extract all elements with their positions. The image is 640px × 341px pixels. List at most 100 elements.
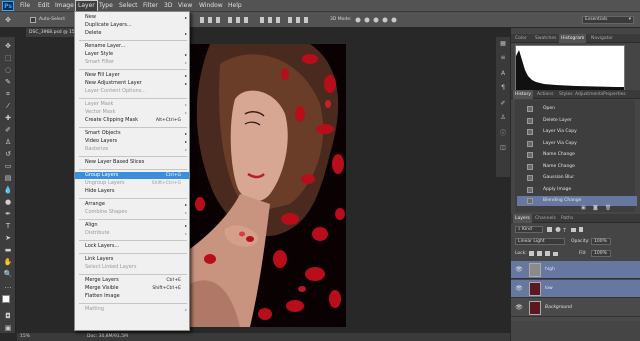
brush-tool-icon[interactable]: ✐ — [3, 125, 13, 135]
layer-menu-item-new-fill-layer[interactable]: New Fill Layer ▸ — [75, 72, 189, 79]
menu-file[interactable]: File — [20, 0, 30, 12]
tab-color[interactable]: Color — [513, 34, 529, 43]
quick-select-tool-icon[interactable]: ✎ — [3, 77, 13, 87]
visibility-eye-icon[interactable]: 👁 — [515, 266, 523, 274]
layer-menu-item-distribute[interactable]: Distribute ▸ — [75, 230, 189, 237]
camera-icon[interactable]: ◙ — [593, 205, 598, 211]
properties-panel-icon[interactable]: ≡ — [498, 53, 508, 63]
tab-actions[interactable]: Actions — [535, 90, 555, 99]
healing-brush-tool-icon[interactable]: ✚ — [3, 113, 13, 123]
trash-icon[interactable]: 🗑 — [605, 205, 611, 211]
blend-mode-dropdown[interactable]: Linear Light — [515, 238, 565, 245]
layer-menu-item-hide-layers[interactable]: Hide Layers — [75, 188, 189, 195]
history-brush-tool-icon[interactable]: ↺ — [3, 149, 13, 159]
marquee-tool-icon[interactable]: ⬚ — [3, 53, 13, 63]
lasso-tool-icon[interactable]: ◌ — [3, 65, 13, 75]
character-panel-icon[interactable]: A — [498, 69, 508, 79]
history-state[interactable]: Gaussian Blur — [517, 173, 637, 183]
clone-stamp-tool-icon[interactable]: ♙ — [3, 137, 13, 147]
tab-channels[interactable]: Channels — [533, 214, 558, 223]
eyedropper-tool-icon[interactable]: ⁄ — [3, 101, 13, 111]
auto-select-checkbox[interactable] — [30, 17, 36, 23]
lock-icons[interactable] — [529, 251, 569, 257]
layer-menu-item-layer-style[interactable]: Layer Style ▸ — [75, 51, 189, 58]
visibility-eye-icon[interactable]: 👁 — [515, 285, 523, 293]
document-size-info[interactable]: Doc: 30,8M/91,5M — [87, 333, 128, 341]
tab-properties[interactable]: Properties — [601, 90, 628, 99]
history-state[interactable]: Apply Image — [517, 185, 637, 195]
layer-menu-item-video-layers[interactable]: Video Layers ▸ — [75, 138, 189, 145]
menu-window[interactable]: Window — [199, 0, 223, 12]
new-document-from-state-icon[interactable]: ▣ — [581, 205, 586, 211]
history-state[interactable]: Name Change — [517, 162, 637, 172]
layer-menu-item-merge-visible[interactable]: Merge Visible Shift+Ctrl+E — [75, 285, 189, 292]
menu-help[interactable]: Help — [228, 0, 242, 12]
layer-filter-icons[interactable]: T — [547, 227, 607, 234]
layer-menu-item-smart-filter[interactable]: Smart Filter ▸ — [75, 59, 189, 66]
layer-menu-item-layer-mask[interactable]: Layer Mask ▸ — [75, 101, 189, 108]
dodge-tool-icon[interactable]: ● — [3, 197, 13, 207]
layer-menu-item-arrange[interactable]: Arrange ▸ — [75, 201, 189, 208]
3d-mode-buttons[interactable] — [355, 17, 405, 23]
screen-mode-icon[interactable]: ▣ — [3, 323, 13, 333]
layer-row[interactable]: 👁 Background — [511, 299, 640, 317]
layer-menu-item-rasterize[interactable]: Rasterize ▸ — [75, 146, 189, 153]
menu-image[interactable]: Image — [55, 0, 74, 12]
gradient-tool-icon[interactable]: ▤ — [3, 173, 13, 183]
brush-panel-icon[interactable]: ✐ — [498, 99, 508, 109]
tab-histogram[interactable]: Histogram — [559, 34, 587, 43]
layer-menu-item-align[interactable]: Align ▸ — [75, 222, 189, 229]
layer-menu-item-new-adjustment-layer[interactable]: New Adjustment Layer ▸ — [75, 80, 189, 87]
layer-menu-item-select-linked-layers[interactable]: Select Linked Layers — [75, 264, 189, 271]
history-state[interactable]: Layer Via Copy — [517, 139, 637, 149]
hand-tool-icon[interactable]: ✋ — [3, 257, 13, 267]
blur-tool-icon[interactable]: 💧 — [3, 185, 13, 195]
layer-menu-item-delete[interactable]: Delete ▸ — [75, 30, 189, 37]
history-state[interactable]: Name Change — [517, 150, 637, 160]
layer-menu-item-create-clipping-mask[interactable]: Create Clipping Mask Alt+Ctrl+G — [75, 117, 189, 124]
history-state[interactable]: Delete Layer — [517, 116, 637, 126]
align-icons[interactable] — [200, 17, 310, 23]
layer-menu-item-flatten-image[interactable]: Flatten Image — [75, 293, 189, 300]
type-tool-icon[interactable]: T — [3, 221, 13, 231]
layer-comps-panel-icon[interactable]: ◫ — [498, 143, 508, 153]
layer-menu-item-new[interactable]: New ▸ — [75, 14, 189, 21]
tab-navigator[interactable]: Navigator — [589, 34, 615, 43]
crop-tool-icon[interactable]: ⌗ — [3, 89, 13, 99]
layer-menu-item-lock-layers[interactable]: Lock Layers... — [75, 243, 189, 250]
workspace-switcher[interactable]: Essentials ▾ — [582, 16, 634, 24]
tab-swatches[interactable]: Swatches — [533, 34, 559, 43]
layer-row[interactable]: 👁 low — [511, 280, 640, 298]
layer-menu-item-link-layers[interactable]: Link Layers — [75, 256, 189, 263]
tab-paths[interactable]: Paths — [559, 214, 575, 223]
layer-kind-filter[interactable]: ⌕ Kind — [515, 226, 543, 233]
menu-edit[interactable]: Edit — [38, 0, 50, 12]
tab-history[interactable]: History — [513, 90, 534, 99]
move-tool-icon[interactable]: ✥ — [3, 41, 13, 51]
foreground-color-swatch[interactable] — [2, 295, 10, 303]
clone-source-panel-icon[interactable]: ♙ — [498, 113, 508, 123]
tab-styles[interactable]: Styles — [557, 90, 575, 99]
layer-menu-item-layer-content-options[interactable]: Layer Content Options... — [75, 88, 189, 95]
document-image[interactable] — [190, 44, 346, 327]
layer-menu-item-rename-layer[interactable]: Rename Layer... — [75, 43, 189, 50]
eraser-tool-icon[interactable]: ▭ — [3, 161, 13, 171]
layer-menu-item-combine-shapes[interactable]: Combine Shapes ▸ — [75, 209, 189, 216]
paragraph-panel-icon[interactable]: ¶ — [498, 83, 508, 93]
fill-input[interactable]: 100% — [591, 250, 611, 257]
rectangle-tool-icon[interactable]: ▬ — [3, 245, 13, 255]
layer-row[interactable]: 👁 high — [511, 261, 640, 279]
zoom-tool-icon[interactable]: 🔍 — [3, 269, 13, 279]
layer-menu-item-smart-objects[interactable]: Smart Objects ▸ — [75, 130, 189, 137]
layer-menu-item-merge-layers[interactable]: Merge Layers Ctrl+E — [75, 277, 189, 284]
info-panel-icon[interactable]: ⓘ — [498, 129, 508, 139]
edit-toolbar-icon[interactable]: … — [3, 281, 13, 291]
quick-mask-icon[interactable]: ◘ — [3, 311, 13, 321]
layer-menu-item-new-layer-based-slices[interactable]: New Layer Based Slices — [75, 159, 189, 166]
history-state[interactable]: Open — [517, 104, 637, 114]
zoom-level[interactable]: 15% — [20, 333, 30, 341]
layer-menu-item-ungroup-layers[interactable]: Ungroup Layers Shift+Ctrl+G — [75, 180, 189, 187]
layer-menu-item-matting[interactable]: Matting ▸ — [75, 306, 189, 313]
tab-layers[interactable]: Layers — [513, 214, 532, 223]
layer-menu-item-group-layers[interactable]: Group Layers Ctrl+G — [75, 172, 189, 179]
